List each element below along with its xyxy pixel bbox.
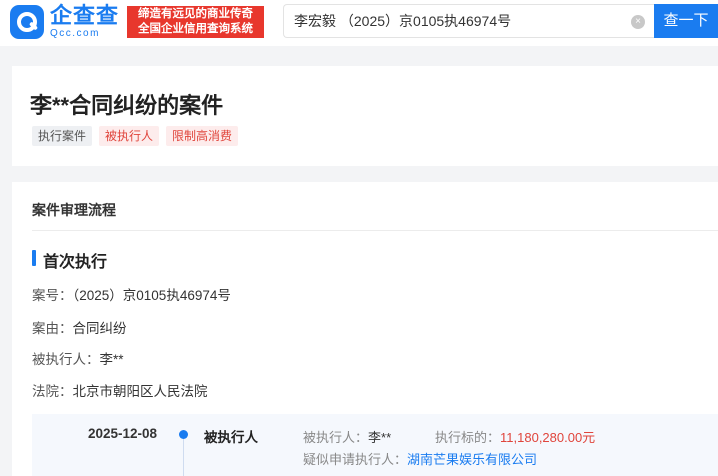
amount-label: 执行标的： [435,430,501,445]
timeline-line [183,439,184,476]
field-value: 北京市朝阳区人民法院 [72,384,208,399]
amount-value: 11,180,280.00元 [500,430,596,445]
logo-magnifier-icon [10,4,44,39]
field-respondent: 被执行人：李** [32,348,124,368]
slogan-line-2: 全国企业信用查询系统 [138,23,253,35]
timeline-respondent: 被执行人：李** [303,427,391,446]
logo-text: 企查查 Qcc.com [50,3,120,40]
tag-respondent: 被执行人 [99,126,160,146]
field-label: 法院： [32,384,73,399]
timeline-dot [179,430,188,439]
logo-domain: Qcc.com [50,28,100,39]
timeline-date: 2025-12-08 [88,426,158,441]
top-header: 企查查 Qcc.com 缔造有远见的商业传奇 全国企业信用查询系统 × 查一下 [0,0,718,46]
search-button[interactable]: 查一下 [654,4,718,38]
respondent-label: 被执行人： [303,430,369,445]
slogan-banner: 缔造有远见的商业传奇 全国企业信用查询系统 [127,6,264,38]
timeline-role: 被执行人 [204,430,258,445]
section-title: 案件审理流程 [32,202,116,218]
field-court: 法院：北京市朝阳区人民法院 [32,380,208,400]
field-label: 案由： [32,321,73,336]
search-box: × [283,4,655,38]
tag-consumption-restriction: 限制高消费 [166,126,239,146]
field-case-number: 案号：（2025）京0105执46974号 [32,284,231,304]
stage-title: 首次执行 [43,254,108,271]
field-value: 李** [99,352,124,367]
timeline-amount: 执行标的：11,180,280.00元 [435,427,595,446]
tag-execution-case: 执行案件 [32,126,93,146]
field-cause: 案由：合同纠纷 [32,317,127,337]
field-value: （2025）京0105执46974号 [72,288,231,303]
timeline-applicant: 疑似申请执行人：湖南芒果娱乐有限公司 [303,449,537,468]
case-tags: 执行案件 被执行人 限制高消费 [32,126,245,146]
field-value: 合同纠纷 [72,321,127,336]
case-title-card: 李**合同纠纷的案件 执行案件 被执行人 限制高消费 [12,66,718,166]
timeline-entry: 2025-12-08 被执行人 被执行人：李** 执行标的：11,180,280… [32,414,718,476]
applicant-company-link[interactable]: 湖南芒果娱乐有限公司 [407,452,537,467]
page-title: 李**合同纠纷的案件 [30,93,224,118]
case-process-card: 案件审理流程 首次执行 案号：（2025）京0105执46974号 案由：合同纠… [12,182,718,476]
qcc-logo[interactable]: 企查查 Qcc.com [10,4,119,39]
divider [32,230,718,231]
stage-marker [32,250,36,266]
logo-name: 企查查 [50,3,120,28]
slogan-line-1: 缔造有远见的商业传奇 [138,8,253,20]
clear-icon[interactable]: × [631,15,645,29]
field-label: 案号： [32,288,73,303]
respondent-value: 李** [368,430,392,445]
applicant-label: 疑似申请执行人： [303,452,408,467]
search-input[interactable] [284,5,614,37]
field-label: 被执行人： [32,352,100,367]
